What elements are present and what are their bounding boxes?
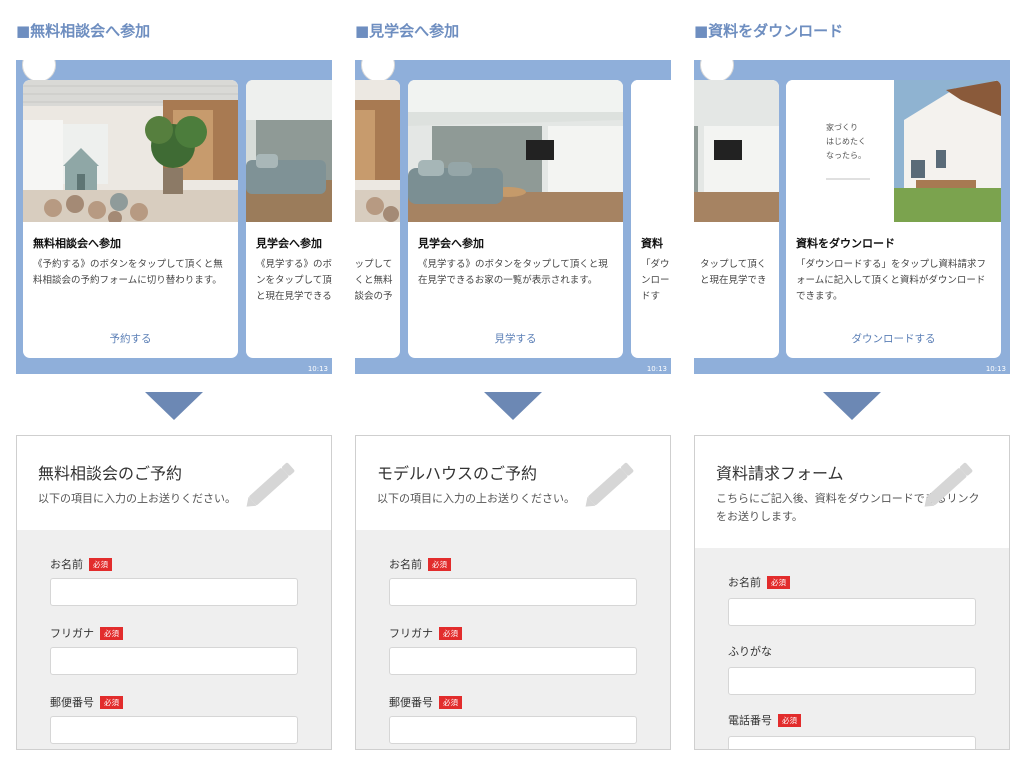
- field-label-postal-code: 郵便番号 必須: [50, 694, 123, 710]
- card-title: 見学会へ参加: [256, 237, 322, 250]
- consultation-card-peek: タップして頂くと無料相談会の予約フォームに切り替わります。: [355, 80, 400, 358]
- card-title: 見学会へ参加: [418, 237, 484, 250]
- field-label-name: お名前 必須: [389, 556, 451, 572]
- phone-screenshot: タップして頂くと現在見学できるお家の一覧が表示されます。 家づくりはじめたくなっ…: [694, 60, 1010, 374]
- card-title: 資料: [641, 237, 663, 250]
- pencil-icon: [585, 462, 634, 507]
- living-room-photo: [355, 80, 400, 222]
- field-label-postal-code: 郵便番号 必須: [389, 694, 462, 710]
- down-arrow-icon: [145, 392, 203, 420]
- required-badge: 必須: [439, 696, 462, 709]
- field-label-furigana: ふりがな: [728, 645, 772, 658]
- brand-logo: [700, 60, 734, 82]
- card-description: 《見学する》のボタンをタップして頂くと現在見学できるお家の一覧が表示されます。: [418, 259, 608, 286]
- card-description: タップして頂くと無料相談会の予約フォームに切り替わります。: [355, 259, 393, 302]
- field-label-furigana: フリガナ 必須: [50, 625, 123, 641]
- brochure-photo: [631, 80, 671, 222]
- reserve-button[interactable]: 予約する: [23, 331, 238, 346]
- status-time: 10:13: [307, 365, 328, 373]
- phone-screenshot: 無料相談会へ参加 《予約する》のボタンをタップして頂くと無料相談会の予約フォーム…: [16, 60, 332, 374]
- living-room-photo: [23, 80, 238, 222]
- furigana-input[interactable]: [50, 647, 298, 675]
- field-label-furigana: フリガナ 必須: [389, 625, 462, 641]
- card-description: 「ダウンロードする」をタップし資料請求フォームに記入して頂くと資料がダウンロード…: [796, 259, 987, 302]
- section-heading: ■無料相談会へ参加: [16, 22, 151, 40]
- name-input[interactable]: [728, 598, 976, 626]
- card-description: 《見学する》のボタンをタップして頂くと現在見学できるお家の一覧が表示されます。: [256, 259, 332, 302]
- tour-button[interactable]: 見学する: [408, 331, 623, 346]
- column-download: ■資料をダウンロード タップして頂くと現在見学できるお家の一覧が表示されます。: [694, 0, 1010, 767]
- field-label-name: お名前 必須: [50, 556, 112, 572]
- required-badge: 必須: [100, 627, 123, 640]
- required-badge: 必須: [428, 558, 451, 571]
- required-badge: 必須: [778, 714, 801, 727]
- form-title: 資料請求フォーム: [716, 464, 844, 483]
- card-title: 資料をダウンロード: [796, 237, 895, 250]
- form-header: 無料相談会のご予約 以下の項目に入力の上お送りください。: [17, 436, 331, 530]
- brochure-photo: 家づくりはじめたくなったら。: [786, 80, 1001, 222]
- pencil-icon: [924, 462, 973, 507]
- card-description: 《予約する》のボタンをタップして頂くと無料相談会の予約フォームに切り替わります。: [33, 259, 223, 286]
- download-button[interactable]: ダウンロードする: [786, 331, 1001, 346]
- section-heading: ■見学会へ参加: [355, 22, 460, 40]
- card-description: タップして頂くと現在見学できるお家の一覧が表示されます。: [700, 259, 767, 286]
- required-badge: 必須: [439, 627, 462, 640]
- consultation-card: 無料相談会へ参加 《予約する》のボタンをタップして頂くと無料相談会の予約フォーム…: [23, 80, 238, 358]
- document-request-form: 資料請求フォーム こちらにご記入後、資料をダウンロードできるリンクをお送りします…: [694, 435, 1010, 750]
- model-house-photo: [694, 80, 779, 222]
- tour-card-peek: 見学会へ参加 《見学する》のボタンをタップして頂くと現在見学できるお家の一覧が表…: [246, 80, 332, 358]
- form-header: モデルハウスのご予約 以下の項目に入力の上お送りください。: [356, 436, 670, 530]
- name-input[interactable]: [389, 578, 637, 606]
- brand-logo: [22, 60, 56, 82]
- form-header: 資料請求フォーム こちらにご記入後、資料をダウンロードできるリンクをお送りします…: [695, 436, 1009, 548]
- column-tour: ■見学会へ参加 タップして頂くと無料相談会の予約フォームに切り替わります。: [355, 0, 671, 767]
- name-input[interactable]: [50, 578, 298, 606]
- brand-logo: [361, 60, 395, 82]
- card-title: 無料相談会へ参加: [33, 237, 121, 250]
- tour-card-peek: タップして頂くと現在見学できるお家の一覧が表示されます。: [694, 80, 779, 358]
- status-time: 10:13: [985, 365, 1006, 373]
- model-house-photo: [408, 80, 623, 222]
- form-title: モデルハウスのご予約: [377, 464, 538, 483]
- postal-code-input[interactable]: [389, 716, 637, 744]
- section-heading: ■資料をダウンロード: [694, 22, 844, 40]
- furigana-input[interactable]: [728, 667, 976, 695]
- download-card: 家づくりはじめたくなったら。 資料をダウンロード 「ダウンロードする」をタップし…: [786, 80, 1001, 358]
- required-badge: 必須: [89, 558, 112, 571]
- column-consultation: ■無料相談会へ参加 無料相談会へ参加 《予約する》のボタンをタップして頂くと無料…: [16, 0, 332, 767]
- download-card-peek: 資料 「ダウンロードする」をタップし資料請求フォームに記入して頂くと資料がダウン…: [631, 80, 671, 358]
- postal-code-input[interactable]: [50, 716, 298, 744]
- phone-screenshot: タップして頂くと無料相談会の予約フォームに切り替わります。: [355, 60, 671, 374]
- down-arrow-icon: [823, 392, 881, 420]
- tour-card: 見学会へ参加 《見学する》のボタンをタップして頂くと現在見学できるお家の一覧が表…: [408, 80, 623, 358]
- card-description: 「ダウンロードする」をタップし資料請求フォームに記入して頂くと資料がダウンロード…: [641, 259, 670, 302]
- required-badge: 必須: [767, 576, 790, 589]
- down-arrow-icon: [484, 392, 542, 420]
- form-title: 無料相談会のご予約: [38, 464, 183, 483]
- phone-input[interactable]: [728, 736, 976, 749]
- pencil-icon: [246, 462, 295, 507]
- consultation-form: 無料相談会のご予約 以下の項目に入力の上お送りください。 お名前 必須 フリガナ必…: [16, 435, 332, 750]
- field-label-name: お名前 必須: [728, 574, 790, 590]
- status-time: 10:13: [646, 365, 667, 373]
- model-house-form: モデルハウスのご予約 以下の項目に入力の上お送りください。 お名前 必須 フリガナ…: [355, 435, 671, 750]
- furigana-input[interactable]: [389, 647, 637, 675]
- field-label-phone: 電話番号 必須: [728, 712, 801, 728]
- required-badge: 必須: [100, 696, 123, 709]
- model-house-photo: [246, 80, 332, 222]
